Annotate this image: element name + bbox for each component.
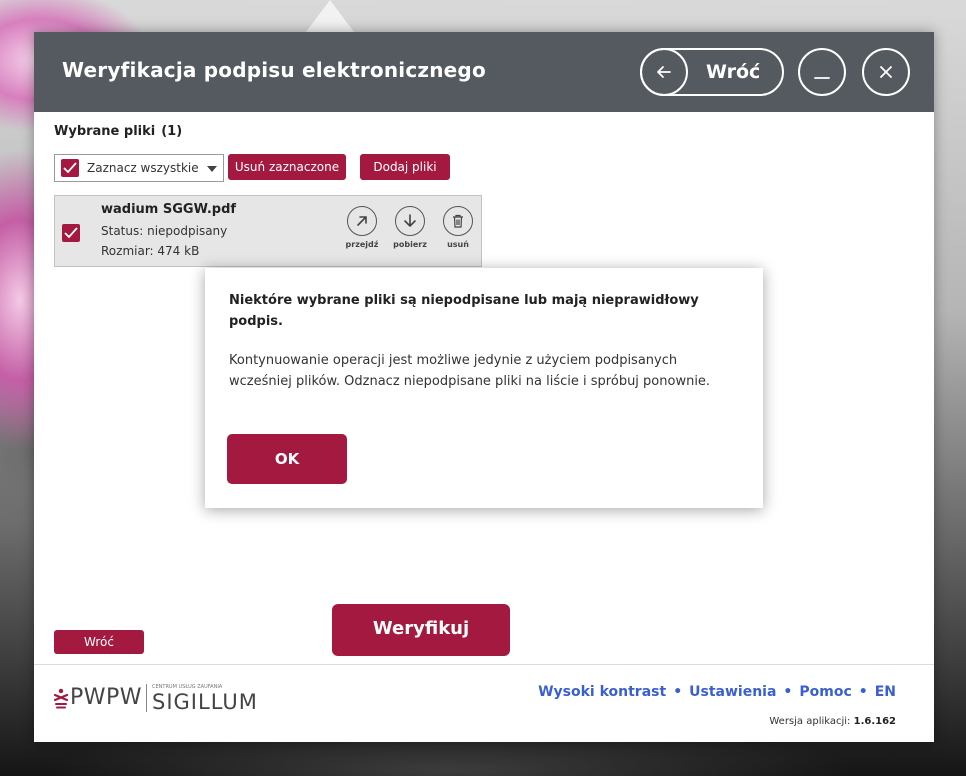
files-header: Wybrane pliki (1) — [54, 124, 182, 139]
file-size: Rozmiar: 474 kB — [101, 244, 200, 258]
close-button[interactable] — [862, 48, 910, 96]
open-file-button[interactable]: przejdź — [345, 206, 379, 249]
version-value: 1.6.162 — [853, 716, 896, 727]
footer-divider — [34, 664, 934, 665]
link-separator: • — [858, 684, 868, 700]
check-icon — [63, 162, 77, 174]
select-all-label: Zaznacz wszystkie — [87, 161, 199, 175]
delete-file-button[interactable]: usuń — [441, 206, 475, 249]
arrow-up-right-icon — [347, 206, 377, 236]
check-icon — [64, 227, 78, 239]
help-link[interactable]: Pomoc — [799, 684, 851, 700]
file-name: wadium SGGW.pdf — [101, 202, 237, 217]
verify-button[interactable]: Weryfikuj — [332, 604, 510, 656]
link-separator: • — [783, 684, 793, 700]
warning-dialog: Niektóre wybrane pliki są niepodpisane l… — [205, 268, 763, 508]
back-button-label: Wróć — [706, 61, 761, 83]
language-link[interactable]: EN — [875, 684, 896, 700]
files-count: (1) — [161, 124, 183, 139]
dialog-message: Kontynuowanie operacji jest możliwe jedy… — [229, 353, 711, 389]
files-header-label: Wybrane pliki — [54, 124, 156, 139]
chevron-down-icon[interactable] — [207, 166, 217, 172]
file-status: Status: niepodpisany — [101, 224, 228, 238]
minimize-icon — [814, 77, 830, 79]
version-label: Wersja aplikacji: — [769, 716, 851, 727]
logo-separator — [146, 684, 147, 712]
download-file-label: pobierz — [393, 240, 427, 249]
minimize-button[interactable] — [798, 48, 846, 96]
select-all-checkbox[interactable] — [61, 159, 79, 177]
trash-icon — [443, 206, 473, 236]
back-button[interactable]: Wróć — [640, 48, 784, 96]
file-checkbox[interactable] — [62, 224, 80, 242]
file-item: wadium SGGW.pdf Status: niepodpisany Roz… — [54, 195, 482, 267]
delete-file-label: usuń — [447, 240, 469, 249]
back-button-bottom[interactable]: Wróć — [54, 630, 144, 654]
select-all-dropdown[interactable]: Zaznacz wszystkie — [54, 154, 224, 182]
window-title: Weryfikacja podpisu elektronicznego — [62, 58, 486, 82]
app-version: Wersja aplikacji: 1.6.162 — [769, 716, 896, 727]
footer-links: Wysoki kontrast • Ustawienia • Pomoc • EN — [538, 684, 896, 700]
high-contrast-link[interactable]: Wysoki kontrast — [538, 684, 666, 700]
open-file-label: przejdź — [345, 240, 379, 249]
download-file-button[interactable]: pobierz — [393, 206, 427, 249]
arrow-left-icon — [640, 48, 688, 96]
add-files-button[interactable]: Dodaj pliki — [360, 154, 450, 180]
settings-link[interactable]: Ustawienia — [689, 684, 776, 700]
logo-sigillum-text: SIGILLUM — [152, 690, 258, 714]
close-icon — [880, 66, 892, 78]
remove-selected-button[interactable]: Usuń zaznaczone — [228, 154, 346, 180]
dialog-heading: Niektóre wybrane pliki są niepodpisane l… — [229, 293, 699, 329]
title-bar: Weryfikacja podpisu elektronicznego Wróć — [34, 32, 934, 112]
logo-pwpw-text: PWPW — [70, 685, 143, 710]
pwpw-emblem-icon — [54, 688, 68, 709]
arrow-down-icon — [395, 206, 425, 236]
ok-button[interactable]: OK — [227, 434, 347, 484]
link-separator: • — [673, 684, 683, 700]
